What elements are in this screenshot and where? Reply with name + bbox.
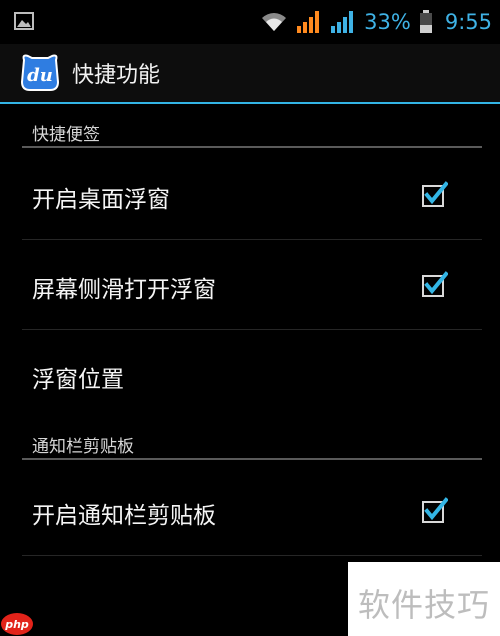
row-divider (22, 555, 482, 556)
status-bar: 33% 9:55 (0, 0, 500, 44)
signal-icon (297, 11, 320, 33)
setting-label: 开启桌面浮窗 (32, 187, 170, 213)
app-icon-text: du (27, 65, 53, 86)
action-bar-divider (0, 102, 500, 104)
checkbox-checked-icon[interactable] (422, 497, 448, 523)
php-logo-icon: php (1, 613, 33, 635)
section-header-clipboard: 通知栏剪贴板 (22, 422, 482, 460)
setting-row-notification-clipboard[interactable]: 开启通知栏剪贴板 (22, 466, 482, 556)
setting-label: 开启通知栏剪贴板 (32, 503, 216, 529)
setting-label: 浮窗位置 (32, 367, 124, 393)
setting-row-desktop-float[interactable]: 开启桌面浮窗 (22, 150, 482, 240)
watermark: 软件技巧 (348, 562, 500, 636)
section-divider (22, 458, 482, 460)
app-icon[interactable]: du (18, 52, 62, 92)
battery-percent: 33% (364, 10, 411, 34)
clock: 9:55 (444, 10, 492, 34)
checkbox-checked-icon[interactable] (422, 271, 448, 297)
checkbox-checked-icon[interactable] (422, 181, 448, 207)
settings-screen: 33% 9:55 du 快捷功能 快捷便签 开启桌面浮窗 屏幕侧滑打开浮窗 浮窗… (0, 0, 500, 636)
section-divider (22, 146, 482, 148)
php-badge-text: php (4, 618, 29, 631)
page-title: 快捷功能 (72, 63, 161, 88)
signal-icon (331, 11, 354, 33)
action-bar: du 快捷功能 (0, 44, 500, 102)
section-title: 快捷便签 (32, 125, 100, 145)
setting-row-float-position[interactable]: 浮窗位置 (22, 330, 482, 420)
section-title: 通知栏剪贴板 (32, 437, 134, 457)
section-header-quick-note: 快捷便签 (22, 110, 482, 148)
wifi-icon (262, 13, 287, 31)
status-indicators: 33% 9:55 (260, 6, 492, 38)
setting-row-edge-swipe[interactable]: 屏幕侧滑打开浮窗 (22, 240, 482, 330)
watermark-text: 软件技巧 (358, 586, 491, 624)
setting-label: 屏幕侧滑打开浮窗 (32, 277, 216, 303)
battery-icon (419, 10, 432, 33)
image-icon (14, 12, 34, 30)
